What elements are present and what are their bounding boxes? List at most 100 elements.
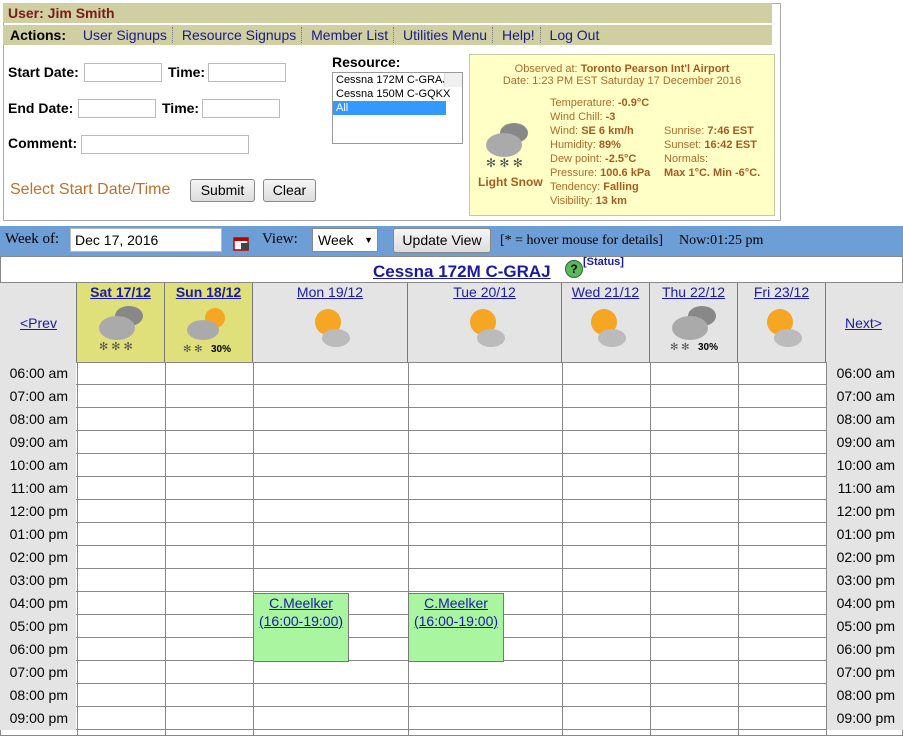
time-label-right: 06:00 pm (827, 638, 903, 661)
time-slot-row[interactable] (0, 408, 903, 431)
weather-condition: Light Snow (478, 175, 543, 189)
time-label-right: 07:00 pm (827, 661, 903, 684)
column-divider (738, 362, 739, 736)
start-date-input[interactable] (84, 63, 162, 82)
comment-input[interactable] (81, 135, 249, 154)
start-date-label: Start Date: (8, 64, 79, 80)
end-time-input[interactable] (202, 99, 280, 118)
sun-snow-icon: ✻ ✻ 30% (183, 308, 231, 355)
pop-label: 30% (698, 342, 718, 353)
update-view-button[interactable]: Update View (393, 228, 491, 253)
day-header: Tue 20/12 (408, 282, 562, 362)
booking-time: (16:00-19:00) (413, 613, 499, 629)
column-divider (165, 362, 166, 736)
normals-label: Normals: (664, 153, 709, 165)
resource-option[interactable]: Cessna 150M C-GQKX (333, 87, 462, 101)
time-slot-row[interactable] (0, 362, 903, 385)
snow-cloud-icon: ✻ ✻ 30% (670, 306, 718, 353)
booking-block[interactable]: C.Meelker (16:00-19:00) (408, 593, 504, 662)
column-divider (408, 362, 409, 736)
booking-block[interactable]: C.Meelker (16:00-19:00) (253, 593, 349, 662)
comment-label: Comment: (8, 135, 78, 151)
now-time: Now:01:25 pm (679, 233, 764, 248)
actions-label: Actions: (10, 27, 66, 43)
next-link[interactable]: Next> (845, 315, 882, 331)
time-label-right: 10:00 am (827, 454, 903, 477)
week-of-input[interactable] (70, 228, 222, 252)
day-header: Fri 23/12 (738, 282, 826, 362)
help-icon[interactable]: ? (565, 260, 583, 278)
temp-label: Temperature: (550, 97, 615, 109)
menu-member-list[interactable]: Member List (306, 27, 395, 43)
time-slot-row[interactable] (0, 569, 903, 592)
view-select[interactable]: Week ▼ (312, 228, 378, 252)
start-time-input[interactable] (208, 63, 286, 82)
sunrise-label: Sunrise: (664, 125, 705, 137)
resource-select[interactable]: Cessna 172M C-GRAJ Cessna 150M C-GQKX Al… (332, 72, 463, 144)
menu-utilities[interactable]: Utilities Menu (398, 27, 494, 43)
day-header: Wed 21/12 (562, 282, 650, 362)
day-link[interactable]: Sat 17/12 (77, 284, 164, 300)
day-link[interactable]: Wed 21/12 (562, 284, 649, 300)
time-slot-row[interactable] (0, 523, 903, 546)
time-label-right: 03:00 pm (827, 569, 903, 592)
day-link[interactable]: Fri 23/12 (738, 284, 825, 300)
time-label-left: 09:00 pm (0, 707, 76, 730)
day-header: Thu 22/12 ✻ ✻ 30% (650, 282, 738, 362)
time-slot-row[interactable] (0, 431, 903, 454)
time-label-right: 01:00 pm (827, 523, 903, 546)
time-slot-row[interactable] (0, 454, 903, 477)
snow-cloud-icon: ✻ ✻ ✻ (98, 306, 143, 353)
time-slot-row[interactable] (0, 661, 903, 684)
day-link[interactable]: Sun 18/12 (165, 284, 252, 300)
calendar-picker-icon[interactable] (233, 235, 251, 251)
day-link[interactable]: Tue 20/12 (408, 284, 561, 300)
resource-scrollbar[interactable] (444, 73, 462, 87)
svg-text:✻ ✻ ✻: ✻ ✻ ✻ (486, 156, 523, 170)
time-slot-row[interactable] (0, 546, 903, 569)
menu-resource-signups[interactable]: Resource Signups (176, 27, 303, 43)
time-label-right: 07:00 am (827, 385, 903, 408)
column-divider (562, 362, 563, 736)
time-label-right: 08:00 am (827, 408, 903, 431)
chevron-down-icon: ▼ (364, 235, 373, 245)
menu-logout[interactable]: Log Out (545, 27, 605, 43)
booking-member: C.Meelker (424, 595, 488, 611)
time-label-left: 08:00 am (0, 408, 76, 431)
time-slot-row[interactable] (0, 477, 903, 500)
time-label-left: 07:00 am (0, 385, 76, 408)
time-label-right: 12:00 pm (827, 500, 903, 523)
sunrise-value: 7:46 EST (707, 125, 754, 137)
column-divider (253, 362, 254, 736)
time-slot-row[interactable] (0, 707, 903, 730)
sun-cloud-icon (590, 309, 626, 347)
visibility-label: Visibility: (550, 195, 593, 207)
time-slot-row[interactable] (0, 684, 903, 707)
clear-button[interactable]: Clear (263, 179, 316, 202)
submit-button[interactable]: Submit (190, 179, 255, 202)
wind-label: Wind: (550, 125, 579, 137)
day-header: Mon 19/12 (253, 282, 408, 362)
prev-link[interactable]: <Prev (20, 315, 57, 331)
resource-option-selected[interactable]: All (333, 101, 446, 115)
menu-user-signups[interactable]: User Signups (77, 27, 173, 43)
resource-option[interactable]: Cessna 172M C-GRAJ (333, 73, 462, 87)
booking-member: C.Meelker (269, 595, 333, 611)
end-date-label: End Date: (8, 100, 74, 116)
tendency-value: Falling (603, 181, 639, 193)
svg-text:✻ ✻: ✻ ✻ (183, 344, 203, 355)
calendar-title[interactable]: Cessna 172M C-GRAJ (373, 262, 551, 282)
time-label-left: 06:00 am (0, 362, 76, 385)
time-slot-row[interactable] (0, 385, 903, 408)
time-slot-row[interactable] (0, 500, 903, 523)
user-bar: User: Jim Smith (3, 3, 772, 23)
day-link[interactable]: Mon 19/12 (253, 284, 407, 300)
menu-help[interactable]: Help! (496, 27, 541, 43)
view-toolbar: Week of: View: Week ▼ Update View [* = h… (0, 226, 903, 256)
time-label-right: 05:00 pm (827, 615, 903, 638)
end-date-input[interactable] (78, 99, 156, 118)
status-link[interactable]: [Status] (583, 256, 624, 268)
time-label-right: 08:00 pm (827, 684, 903, 707)
week-of-label: Week of: (5, 231, 60, 247)
day-link[interactable]: Thu 22/12 (650, 284, 737, 300)
